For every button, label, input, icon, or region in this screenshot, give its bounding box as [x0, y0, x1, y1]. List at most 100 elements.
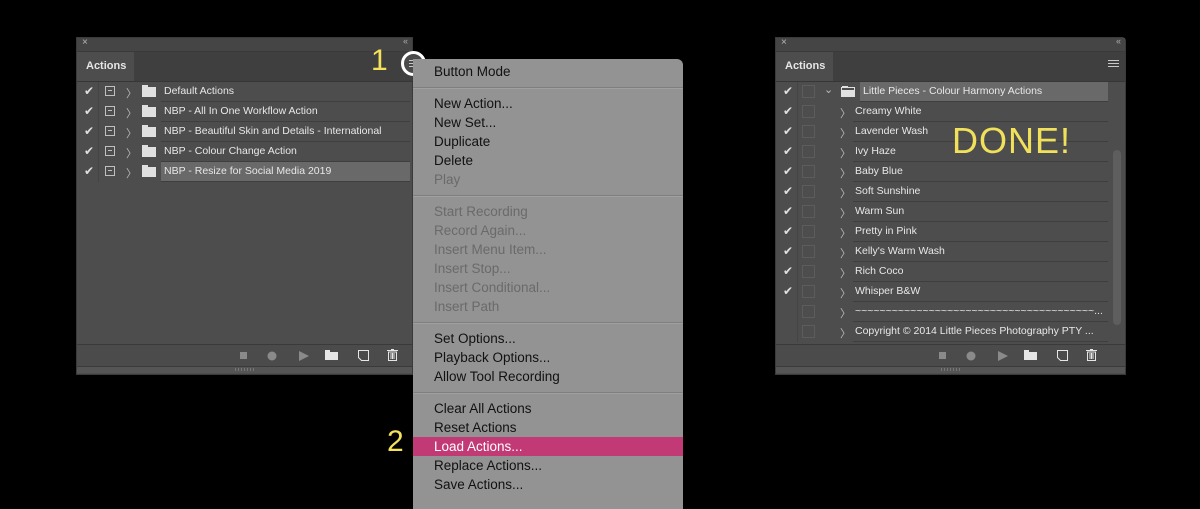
action-row[interactable]: ✔ 〉 Ivy Haze — [776, 142, 1125, 162]
chevron-right-icon[interactable]: 〉 — [126, 105, 137, 121]
toggle-checkmark-icon[interactable]: ✔ — [783, 264, 793, 278]
new-set-icon[interactable] — [325, 350, 338, 360]
toggle-checkmark-icon[interactable]: ✔ — [84, 164, 94, 178]
chevron-right-icon[interactable]: 〉 — [840, 325, 851, 341]
action-row[interactable]: ✔ 〉 Whisper B&W — [776, 282, 1125, 302]
chevron-right-icon[interactable]: 〉 — [840, 185, 851, 201]
action-set-row[interactable]: ✔ 〉 Default Actions — [77, 82, 412, 102]
tab-actions[interactable]: Actions — [776, 52, 833, 81]
action-row[interactable]: ✔ 〉 Baby Blue — [776, 162, 1125, 182]
action-row[interactable]: ✔ 〉 Lavender Wash — [776, 122, 1125, 142]
close-icon[interactable]: × — [781, 37, 787, 48]
dialog-toggle-box[interactable] — [802, 305, 815, 318]
dialog-toggle-box[interactable] — [802, 185, 815, 198]
toggle-checkmark-icon[interactable]: ✔ — [783, 204, 793, 218]
resize-handle[interactable] — [77, 366, 412, 373]
action-set-row[interactable]: ✔ 〉 NBP - Colour Change Action — [77, 142, 412, 162]
chevron-right-icon[interactable]: 〉 — [840, 105, 851, 121]
delete-icon[interactable] — [1086, 349, 1097, 361]
play-icon[interactable] — [998, 351, 1008, 361]
dialog-toggle-icon[interactable] — [105, 86, 115, 96]
chevron-right-icon[interactable]: 〉 — [126, 125, 137, 141]
menu-item-new-set[interactable]: New Set... — [413, 113, 683, 132]
dialog-toggle-box[interactable] — [802, 265, 815, 278]
dialog-toggle-box[interactable] — [802, 225, 815, 238]
chevron-right-icon[interactable]: 〉 — [840, 225, 851, 241]
toggle-checkmark-icon[interactable]: ✔ — [783, 244, 793, 258]
toggle-checkmark-icon[interactable]: ✔ — [84, 104, 94, 118]
close-icon[interactable]: × — [82, 37, 88, 48]
action-row[interactable]: 〉 ~~~~~~~~~~~~~~~~~~~~~~~~~~~~~~~~~~~~~~~… — [776, 302, 1125, 322]
action-row[interactable]: ✔ 〉 Rich Coco — [776, 262, 1125, 282]
toggle-checkmark-icon[interactable]: ✔ — [783, 124, 793, 138]
chevron-right-icon[interactable]: 〉 — [840, 125, 851, 141]
chevron-right-icon[interactable]: 〉 — [126, 165, 137, 181]
menu-item-clear-all-actions[interactable]: Clear All Actions — [413, 399, 683, 418]
action-row[interactable]: 〉 Copyright © 2014 Little Pieces Photogra… — [776, 322, 1125, 342]
chevron-right-icon[interactable]: 〉 — [840, 265, 851, 281]
tab-actions[interactable]: Actions — [77, 52, 134, 81]
action-set-row[interactable]: ✔ 〉 NBP - Beautiful Skin and Details - Int… — [77, 122, 412, 142]
menu-item-playback-options[interactable]: Playback Options... — [413, 348, 683, 367]
toggle-checkmark-icon[interactable]: ✔ — [84, 84, 94, 98]
menu-item-save-actions[interactable]: Save Actions... — [413, 475, 683, 494]
action-set-row[interactable]: ✔ 〉 NBP - All In One Workflow Action — [77, 102, 412, 122]
new-set-icon[interactable] — [1024, 350, 1037, 360]
chevron-right-icon[interactable]: 〉 — [840, 145, 851, 161]
toggle-checkmark-icon[interactable]: ✔ — [783, 84, 793, 98]
toggle-checkmark-icon[interactable]: ✔ — [783, 184, 793, 198]
menu-item-replace-actions[interactable]: Replace Actions... — [413, 456, 683, 475]
toggle-checkmark-icon[interactable]: ✔ — [84, 144, 94, 158]
action-row[interactable]: ✔ 〉 Pretty in Pink — [776, 222, 1125, 242]
scrollbar-thumb[interactable] — [1113, 150, 1121, 325]
dialog-toggle-box[interactable] — [802, 325, 815, 338]
menu-item-allow-tool-recording[interactable]: Allow Tool Recording — [413, 367, 683, 386]
dialog-toggle-box[interactable] — [802, 205, 815, 218]
dialog-toggle-box[interactable] — [802, 245, 815, 258]
dialog-toggle-box[interactable] — [802, 105, 815, 118]
stop-icon[interactable] — [939, 352, 946, 359]
toggle-checkmark-icon[interactable]: ✔ — [783, 164, 793, 178]
action-row[interactable]: ✔ 〉 Warm Sun — [776, 202, 1125, 222]
dialog-toggle-box[interactable] — [802, 85, 815, 98]
toggle-checkmark-icon[interactable]: ✔ — [783, 224, 793, 238]
menu-item-delete[interactable]: Delete — [413, 151, 683, 170]
collapse-icon[interactable]: ‹‹ — [1116, 36, 1121, 46]
hamburger-menu-icon[interactable] — [1108, 60, 1119, 72]
chevron-right-icon[interactable]: 〉 — [126, 145, 137, 161]
dialog-toggle-icon[interactable] — [105, 166, 115, 176]
action-set-row[interactable]: ✔ ⌄ Little Pieces - Colour Harmony Actio… — [776, 82, 1125, 102]
new-action-icon[interactable] — [1057, 350, 1068, 361]
chevron-right-icon[interactable]: 〉 — [840, 245, 851, 261]
menu-item-reset-actions[interactable]: Reset Actions — [413, 418, 683, 437]
action-row[interactable]: ✔ 〉 Soft Sunshine — [776, 182, 1125, 202]
new-action-icon[interactable] — [358, 350, 369, 361]
menu-item-new-action[interactable]: New Action... — [413, 94, 683, 113]
toggle-checkmark-icon[interactable]: ✔ — [783, 104, 793, 118]
dialog-toggle-box[interactable] — [802, 285, 815, 298]
resize-handle[interactable] — [776, 366, 1125, 373]
menu-item-load-actions[interactable]: Load Actions... — [413, 437, 683, 456]
dialog-toggle-box[interactable] — [802, 145, 815, 158]
record-icon[interactable] — [267, 351, 277, 361]
chevron-right-icon[interactable]: 〉 — [840, 205, 851, 221]
dialog-toggle-box[interactable] — [802, 125, 815, 138]
chevron-right-icon[interactable]: 〉 — [840, 165, 851, 181]
action-set-row[interactable]: ✔ 〉 NBP - Resize for Social Media 2019 — [77, 162, 412, 182]
chevron-right-icon[interactable]: 〉 — [126, 85, 137, 101]
toggle-checkmark-icon[interactable]: ✔ — [783, 284, 793, 298]
action-row[interactable]: ✔ 〉 Kelly's Warm Wash — [776, 242, 1125, 262]
menu-item-duplicate[interactable]: Duplicate — [413, 132, 683, 151]
chevron-right-icon[interactable]: 〉 — [840, 305, 851, 321]
menu-item-button-mode[interactable]: Button Mode — [413, 62, 683, 81]
menu-item-set-options[interactable]: Set Options... — [413, 329, 683, 348]
chevron-down-icon[interactable]: ⌄ — [824, 83, 833, 96]
toggle-checkmark-icon[interactable]: ✔ — [84, 124, 94, 138]
action-row[interactable]: ✔ 〉 Creamy White — [776, 102, 1125, 122]
toggle-checkmark-icon[interactable]: ✔ — [783, 144, 793, 158]
dialog-toggle-icon[interactable] — [105, 146, 115, 156]
delete-icon[interactable] — [387, 349, 398, 361]
dialog-toggle-icon[interactable] — [105, 106, 115, 116]
chevron-right-icon[interactable]: 〉 — [840, 285, 851, 301]
dialog-toggle-box[interactable] — [802, 165, 815, 178]
